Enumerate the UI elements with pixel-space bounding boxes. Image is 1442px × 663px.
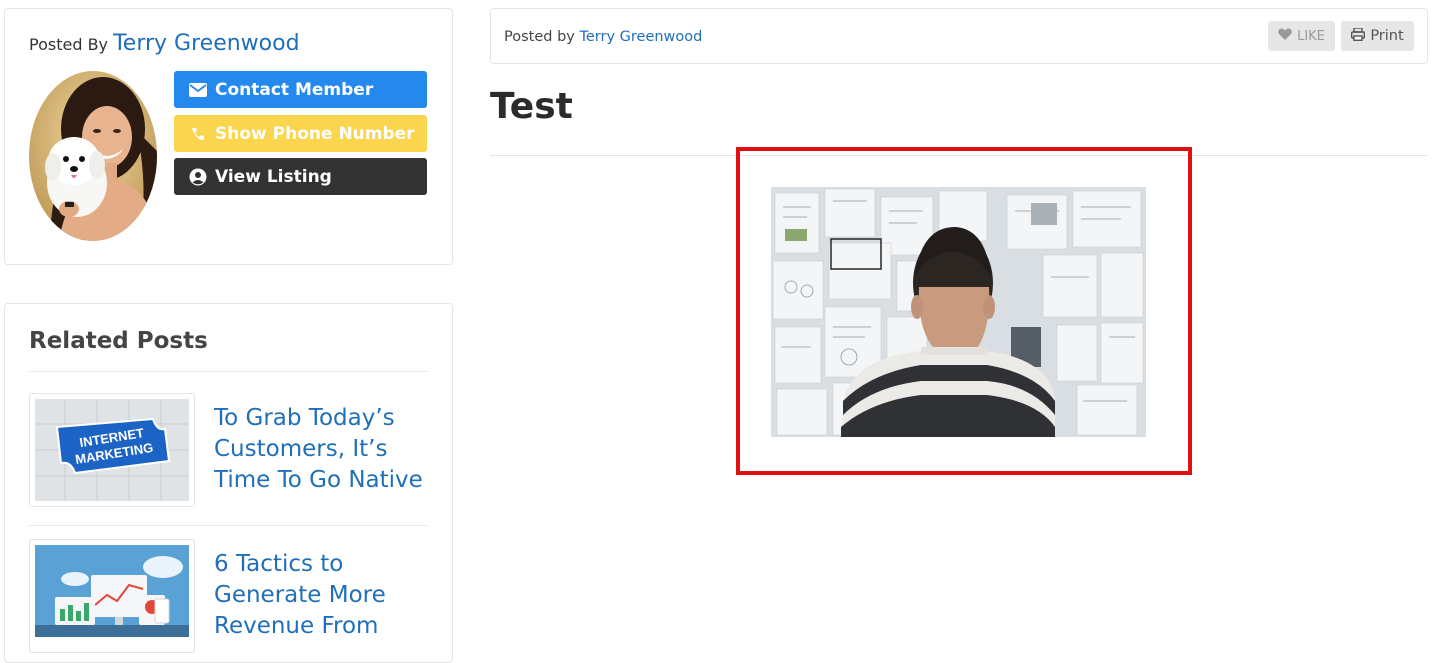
man-at-board-photo: [771, 187, 1146, 437]
show-phone-label: Show Phone Number: [215, 123, 415, 144]
post-title: Test: [490, 86, 573, 127]
related-item-divider: [29, 525, 428, 526]
post-featured-image[interactable]: [771, 187, 1146, 437]
related-post-link[interactable]: 6 Tactics to Generate More Revenue From: [214, 549, 434, 642]
user-circle-icon: [188, 168, 208, 186]
posted-by-label: Posted By: [29, 35, 109, 54]
like-label: LIKE: [1297, 28, 1325, 44]
related-post-thumbnail[interactable]: INTERNET MARKETING: [29, 393, 195, 507]
contact-member-label: Contact Member: [215, 79, 374, 100]
related-posts-title: Related Posts: [29, 328, 208, 354]
post-posted-by: Posted by Terry Greenwood: [504, 29, 702, 45]
author-name-link[interactable]: Terry Greenwood: [113, 31, 299, 56]
print-label: Print: [1370, 28, 1404, 44]
contact-member-button[interactable]: Contact Member: [174, 71, 427, 108]
puzzle-marketing-image: INTERNET MARKETING: [35, 399, 189, 501]
phone-icon: [188, 127, 208, 141]
related-divider: [29, 371, 428, 372]
show-phone-button[interactable]: Show Phone Number: [174, 115, 427, 152]
printer-icon: [1351, 26, 1366, 45]
post-posted-by-label: Posted by: [504, 29, 575, 45]
view-listing-label: View Listing: [215, 166, 332, 187]
posted-by-line: Posted By Terry Greenwood: [29, 31, 300, 56]
devices-analytics-image: [35, 545, 189, 637]
avatar-photo: [29, 71, 157, 241]
related-post-link[interactable]: To Grab Today’s Customers, It’s Time To …: [214, 403, 434, 496]
related-posts-card: Related Posts INTERNET MARKETING To Grab…: [4, 303, 453, 663]
heart-icon: [1278, 28, 1292, 44]
post-meta-bar: Posted by Terry Greenwood LIKE Print: [490, 8, 1428, 64]
post-author-link[interactable]: Terry Greenwood: [579, 29, 702, 45]
author-card: Posted By Terry Greenwood Contact Member…: [4, 8, 453, 265]
like-button[interactable]: LIKE: [1268, 21, 1335, 51]
author-avatar[interactable]: [29, 71, 157, 241]
envelope-icon: [188, 82, 208, 97]
view-listing-button[interactable]: View Listing: [174, 158, 427, 195]
related-post-thumbnail[interactable]: [29, 539, 195, 653]
print-button[interactable]: Print: [1341, 21, 1414, 51]
